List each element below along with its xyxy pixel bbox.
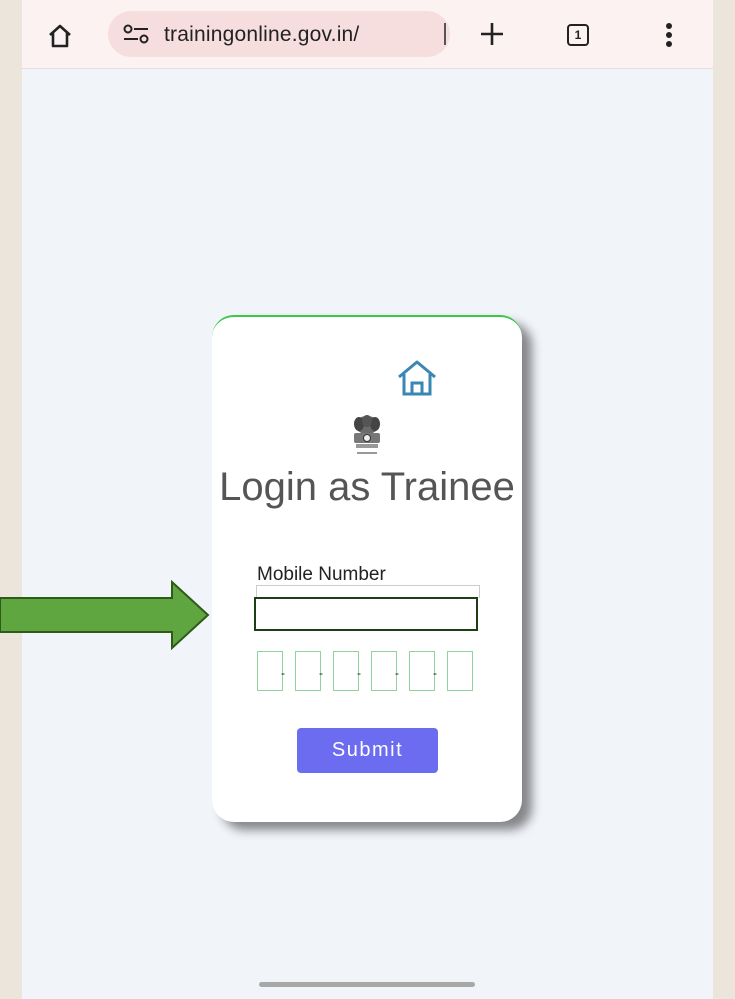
otp-separator: -	[319, 666, 323, 680]
submit-button[interactable]: Submit	[297, 728, 438, 773]
arrow-right-icon	[0, 580, 210, 650]
otp-digit-2[interactable]	[295, 651, 321, 691]
otp-digit-5[interactable]	[409, 651, 435, 691]
otp-input-group: - - - - -	[257, 651, 482, 691]
phone-screen: trainingonline.gov.in/ 1 Login as Traine…	[22, 0, 713, 999]
mobile-number-label: Mobile Number	[257, 564, 386, 585]
gesture-bar[interactable]	[259, 982, 475, 987]
otp-digit-6[interactable]	[447, 651, 473, 691]
otp-separator: -	[357, 666, 361, 680]
home-icon[interactable]	[46, 22, 74, 50]
home-icon[interactable]	[396, 359, 438, 397]
tab-switcher-button[interactable]: 1	[567, 24, 589, 46]
site-settings-icon[interactable]	[122, 24, 150, 44]
page-title: Login as Trainee	[219, 465, 515, 509]
text-cursor	[444, 23, 446, 45]
otp-digit-1[interactable]	[257, 651, 283, 691]
otp-separator: -	[281, 666, 285, 680]
new-tab-icon[interactable]	[478, 20, 506, 48]
otp-digit-4[interactable]	[371, 651, 397, 691]
url-text: trainingonline.gov.in/	[164, 23, 360, 46]
more-options-icon[interactable]	[662, 22, 676, 48]
otp-separator: -	[433, 666, 437, 680]
mobile-number-input[interactable]	[254, 597, 478, 631]
national-emblem	[354, 415, 380, 454]
address-bar[interactable]: trainingonline.gov.in/	[108, 11, 450, 57]
otp-separator: -	[395, 666, 399, 680]
otp-digit-3[interactable]	[333, 651, 359, 691]
login-card: Login as Trainee Mobile Number - - - - -…	[212, 315, 522, 822]
browser-toolbar: trainingonline.gov.in/ 1	[22, 0, 713, 69]
